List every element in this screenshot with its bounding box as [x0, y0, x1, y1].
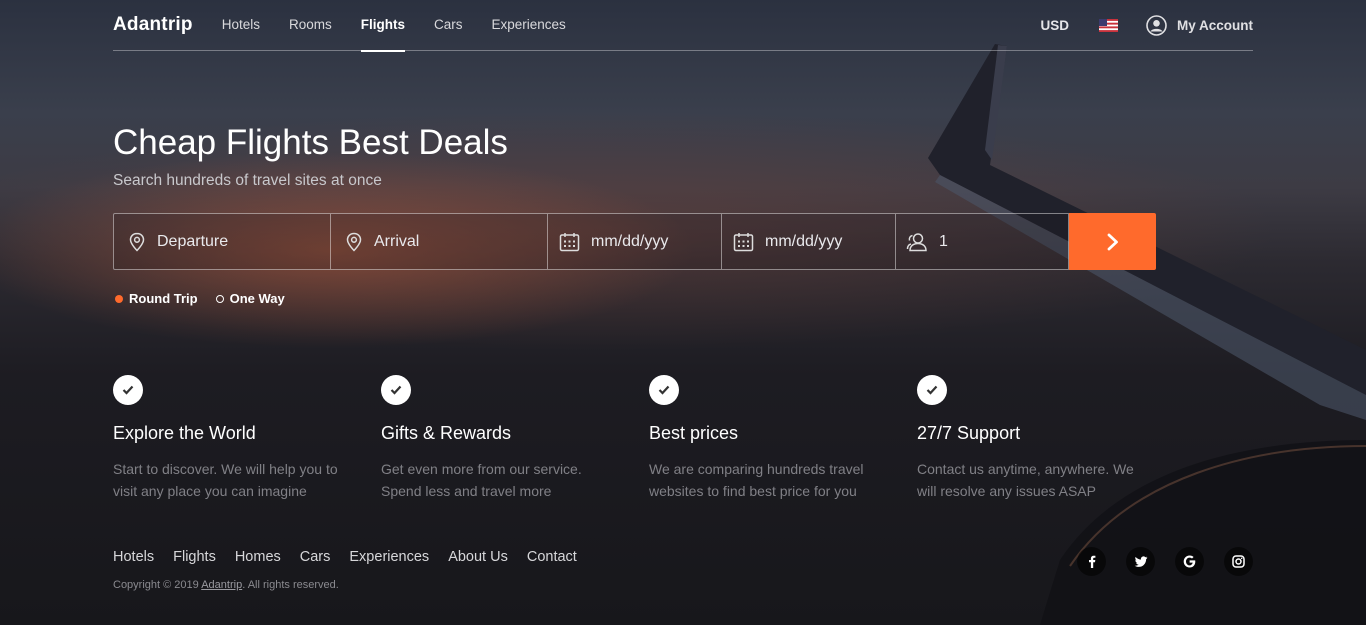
google-icon[interactable]	[1175, 547, 1204, 576]
one-way-option[interactable]: One Way	[214, 291, 285, 306]
return-date-placeholder: mm/dd/yyy	[765, 232, 843, 250]
feature-item: Best prices We are comparing hundreds tr…	[649, 375, 917, 502]
footer-link-homes[interactable]: Homes	[235, 549, 281, 565]
depart-date-placeholder: mm/dd/yyy	[591, 232, 669, 250]
passengers-icon	[906, 232, 927, 251]
feature-title: 27/7 Support	[917, 423, 1021, 443]
trip-type-selector: Round Trip One Way	[113, 291, 1253, 306]
features-section: Explore the World Start to discover. We …	[113, 375, 1253, 502]
departure-field[interactable]: Departure	[113, 213, 330, 270]
currency-selector[interactable]: USD	[1040, 18, 1069, 33]
arrival-placeholder: Arrival	[374, 232, 420, 250]
main-nav: Hotels Rooms Flights Cars Experiences	[222, 0, 595, 52]
feature-title: Gifts & Rewards	[381, 423, 512, 443]
passengers-value: 1	[939, 232, 948, 250]
my-account-label: My Account	[1176, 17, 1253, 33]
footer-link-cars[interactable]: Cars	[300, 549, 331, 565]
radio-selected-icon	[115, 294, 123, 303]
header-right: USD My Account	[1040, 0, 1253, 51]
calendar-icon	[733, 232, 754, 251]
hero-subtitle: Search hundreds of travel sites at once	[113, 172, 382, 189]
feature-item: Gifts & Rewards Get even more from our s…	[381, 375, 649, 502]
top-navbar: Adantrip Hotels Rooms Flights Cars Exper…	[113, 0, 1253, 52]
footer-link-about-us[interactable]: About Us	[448, 549, 508, 565]
nav-item-experiences[interactable]: Experiences	[492, 0, 566, 51]
passengers-field[interactable]: 1	[895, 213, 1069, 270]
footer-link-contact[interactable]: Contact	[527, 549, 577, 565]
user-icon	[1146, 14, 1167, 36]
feature-title: Best prices	[649, 423, 739, 443]
hero-title: Cheap Flights Best Deals	[113, 123, 508, 162]
feature-text: We are comparing hundreds travel website…	[649, 461, 864, 499]
brand-logo[interactable]: Adantrip	[113, 14, 193, 36]
chevron-right-icon	[1107, 233, 1118, 250]
nav-item-hotels[interactable]: Hotels	[222, 0, 260, 51]
instagram-icon[interactable]	[1224, 547, 1253, 576]
background-wing-image	[928, 44, 1366, 625]
feature-title: Explore the World	[113, 423, 256, 443]
nav-item-cars[interactable]: Cars	[434, 0, 463, 51]
copyright-brand-link[interactable]: Adantrip	[201, 579, 242, 591]
location-pin-icon	[129, 232, 145, 252]
copyright-prefix: Copyright © 2019	[113, 579, 202, 591]
checkmark-icon	[917, 375, 947, 405]
my-account-link[interactable]: My Account	[1146, 14, 1253, 36]
departure-placeholder: Departure	[157, 232, 229, 250]
checkmark-icon	[113, 375, 143, 405]
feature-item: Explore the World Start to discover. We …	[113, 375, 381, 502]
footer-link-hotels[interactable]: Hotels	[113, 549, 154, 565]
copyright-suffix: . All rights reserved.	[242, 579, 339, 591]
copyright-text: Copyright © 2019 Adantrip. All rights re…	[113, 579, 1253, 591]
twitter-icon[interactable]	[1126, 547, 1155, 576]
radio-unselected-icon	[215, 294, 224, 303]
feature-item: 27/7 Support Contact us anytime, anywher…	[917, 375, 1185, 502]
nav-item-flights[interactable]: Flights	[360, 0, 406, 52]
flight-search-form: Departure Arrival mm/dd/yyy mm/dd/yyy 1	[113, 213, 1156, 270]
nav-item-rooms[interactable]: Rooms	[289, 0, 332, 51]
us-flag-icon[interactable]	[1098, 18, 1118, 32]
facebook-icon[interactable]	[1077, 547, 1106, 576]
social-links	[1057, 547, 1253, 576]
return-date-field[interactable]: mm/dd/yyy	[721, 213, 895, 270]
checkmark-icon	[649, 375, 679, 405]
checkmark-icon	[381, 375, 411, 405]
footer-link-experiences[interactable]: Experiences	[349, 549, 429, 565]
search-submit-button[interactable]	[1069, 213, 1156, 270]
round-trip-option[interactable]: Round Trip	[113, 291, 198, 306]
feature-text: Contact us anytime, anywhere. We will re…	[917, 461, 1134, 499]
feature-text: Start to discover. We will help you to v…	[113, 461, 338, 499]
arrival-field[interactable]: Arrival	[330, 213, 547, 270]
footer-link-flights[interactable]: Flights	[173, 549, 216, 565]
round-trip-label: Round Trip	[129, 291, 198, 306]
location-pin-icon	[346, 232, 362, 252]
feature-text: Get even more from our service. Spend le…	[381, 461, 582, 499]
calendar-icon	[559, 232, 580, 251]
depart-date-field[interactable]: mm/dd/yyy	[547, 213, 721, 270]
one-way-label: One Way	[229, 291, 285, 306]
